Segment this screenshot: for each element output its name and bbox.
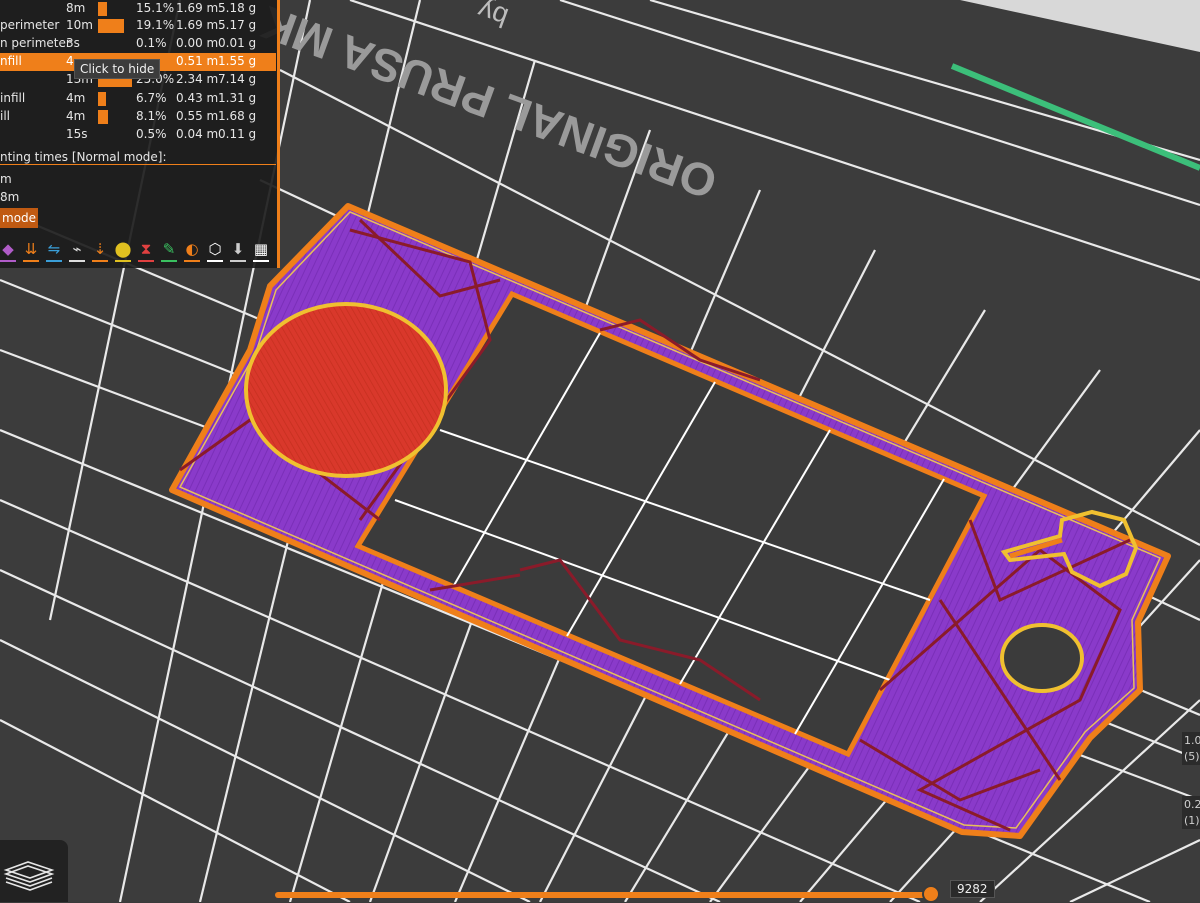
legend-time: 8m — [66, 1, 86, 15]
legend-time: 3s — [66, 36, 80, 50]
legend-length: 0.55 m — [176, 109, 219, 123]
legend-time: 10m — [66, 18, 93, 32]
tool-changes-icon[interactable]: ⬤ — [111, 238, 135, 264]
legend-percent: 15.1% — [136, 1, 175, 15]
retractions-icon[interactable]: ⌁ — [65, 238, 89, 264]
legend-weight: 1.31 g — [218, 91, 257, 105]
shells-icon[interactable]: ⬇ — [226, 238, 250, 264]
legend-time: 15s — [66, 127, 88, 141]
legend-length: 1.69 m — [176, 18, 219, 32]
legend-length: 0.43 m — [176, 91, 219, 105]
legend-length: 0.51 m — [176, 54, 219, 68]
legend-row[interactable]: perimeter 10m 19.1% 1.69 m 5.17 g — [0, 17, 276, 35]
legend-row[interactable]: 15s 0.5% 0.04 m 0.11 g — [0, 126, 276, 144]
legend-feature: n perimeter — [0, 36, 71, 50]
legend-percent: 8.1% — [136, 109, 167, 123]
feature-types-icon-underline — [0, 260, 16, 262]
pause-icon-underline — [161, 260, 177, 262]
legend-row[interactable]: ill 4m 8.1% 0.55 m 1.68 g — [0, 108, 276, 126]
color-changes-icon[interactable]: ⧗ — [134, 238, 158, 264]
feature-types-icon[interactable]: ◆ — [0, 238, 20, 264]
click-to-hide-tooltip: Click to hide — [74, 59, 161, 79]
wipe-icon-underline — [46, 260, 62, 262]
tool-marker-icon[interactable]: ▦ — [249, 238, 273, 264]
layers-stack-icon — [3, 861, 55, 891]
deretractions-icon-underline — [92, 260, 108, 262]
legend-feature: ill — [0, 109, 11, 123]
legend-length: 0.00 m — [176, 36, 219, 50]
button-pad-solid-infill — [244, 302, 448, 478]
legend-percent: 19.1% — [136, 18, 175, 32]
legend-time: 4 — [66, 54, 74, 68]
legend-weight: 0.11 g — [218, 127, 257, 141]
legend-weight: 1.68 g — [218, 109, 257, 123]
layer-height-label: 0.2 — [1182, 796, 1200, 813]
color-changes-icon-underline — [138, 260, 154, 262]
legend-panel: 8m 15.1% 1.69 m 5.18 g perimeter 10m 19.… — [0, 0, 280, 268]
pause-icon[interactable]: ✎ — [157, 238, 181, 264]
layers-view-button[interactable] — [0, 840, 68, 902]
legend-percent: 6.7% — [136, 91, 167, 105]
layer-number-label: (5) — [1182, 748, 1200, 765]
legend-row[interactable]: infill 4m 6.7% 0.43 m 1.31 g — [0, 90, 276, 108]
legend-row[interactable]: n perimeter 3s 0.1% 0.00 m 0.01 g — [0, 35, 276, 53]
button-hole — [1000, 623, 1084, 693]
legend-separator — [0, 164, 276, 165]
legend-time-bar — [98, 92, 106, 106]
custom-gcode-icon[interactable]: ◐ — [180, 238, 204, 264]
legend-percent: 0.1% — [136, 36, 167, 50]
wipe-icon[interactable]: ⇋ — [42, 238, 66, 264]
legend-feature: nfill — [0, 54, 22, 68]
layer-height-label: 1.0 — [1182, 732, 1200, 749]
legend-weight: 0.01 g — [218, 36, 257, 50]
legend-time-bar — [98, 19, 124, 33]
horizontal-slider-thumb[interactable] — [922, 885, 940, 903]
switch-mode-button[interactable]: mode — [0, 208, 38, 228]
legend-length: 2.34 m — [176, 72, 219, 86]
center-of-gravity-icon-underline — [207, 260, 223, 262]
travel-icon-underline — [23, 260, 39, 262]
legend-length: 1.69 m — [176, 1, 219, 15]
shells-icon-underline — [230, 260, 246, 262]
estimated-times-heading: nting times [Normal mode]: — [0, 150, 167, 164]
legend-row[interactable]: 8m 15.1% 1.69 m 5.18 g — [0, 0, 276, 18]
legend-feature: perimeter — [0, 18, 60, 32]
center-of-gravity-icon[interactable]: ⬡ — [203, 238, 227, 264]
deretractions-icon[interactable]: ⇣ — [88, 238, 112, 264]
legend-time-bar — [98, 110, 108, 124]
custom-gcode-icon-underline — [184, 260, 200, 262]
legend-time-bar — [98, 2, 107, 16]
legend-time: 4m — [66, 91, 86, 105]
legend-weight: 1.55 g — [218, 54, 257, 68]
legend-time: 4m — [66, 109, 86, 123]
retractions-icon-underline — [69, 260, 85, 262]
legend-percent: 0.5% — [136, 127, 167, 141]
legend-feature: infill — [0, 91, 26, 105]
travel-icon[interactable]: ⇊ — [19, 238, 43, 264]
legend-length: 0.04 m — [176, 127, 219, 141]
tool-changes-icon-underline — [115, 260, 131, 262]
layer-number-label: (1) — [1182, 812, 1200, 829]
tool-marker-icon-underline — [253, 260, 269, 262]
legend-toolbar: ◆ ⇊ ⇋ ⌁ ⇣ ⬤ ⧗ ✎ ◐ ⬡ ⬇ ▦ — [0, 236, 276, 268]
legend-weight: 5.18 g — [218, 1, 257, 15]
slider-value-label: 9282 — [950, 880, 995, 898]
time-line-total: 8m — [0, 190, 20, 204]
legend-weight: 5.17 g — [218, 18, 257, 32]
time-line-first: m — [0, 172, 12, 186]
legend-weight: 7.14 g — [218, 72, 257, 86]
horizontal-slider-track[interactable] — [275, 892, 935, 898]
